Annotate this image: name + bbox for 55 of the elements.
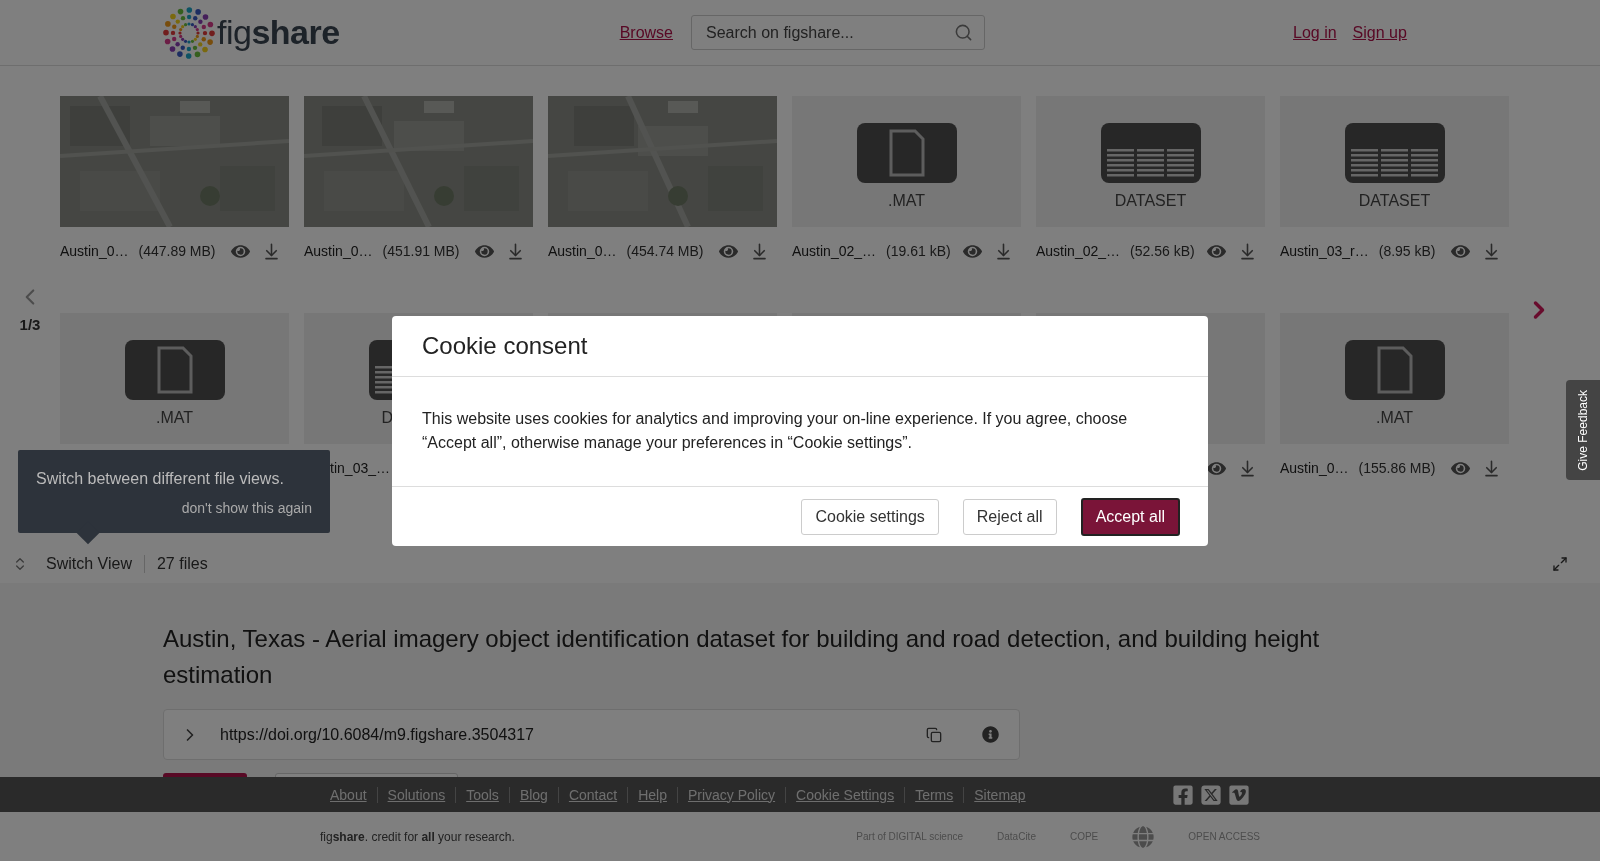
search-field[interactable]: Search on figshare... xyxy=(691,15,985,50)
footer-link[interactable]: Help xyxy=(627,786,677,803)
file-name: Austin_02_… xyxy=(792,243,877,259)
file-type-label: .MAT xyxy=(156,409,193,427)
footer-link[interactable]: Terms xyxy=(904,786,964,803)
tooltip-text: Switch between different file views. xyxy=(36,470,285,488)
footer-link[interactable]: Solutions xyxy=(376,786,456,803)
auth-link[interactable]: Sign up xyxy=(1352,23,1407,42)
file-name: Austin_0… xyxy=(548,243,617,259)
file-type-label: .MAT xyxy=(888,192,925,210)
article-title: Austin, Texas - Aerial imagery object identification dataset for building and road detection, and building height estimation xyxy=(163,624,1321,690)
file-name: Austin_0… xyxy=(304,243,373,259)
file-size: (19.61 kB) xyxy=(886,243,951,259)
doi-link[interactable]: https://doi.org/10.6084/m9.figshare.3504317 xyxy=(220,725,906,744)
dismiss-link[interactable]: don't show this again xyxy=(181,500,312,516)
file-name: Austin_0… xyxy=(1280,460,1349,476)
file-thumbnail[interactable]: DATASET xyxy=(1036,96,1265,227)
dialog-text: This website uses cookies for analytics and improving your on-line experience. If you agree, choose “Accept all”, otherwise manage your preferences in “Cookie settings”. xyxy=(392,377,1208,487)
file-type-label: D xyxy=(381,409,394,427)
file-count: 27 files xyxy=(143,555,208,573)
file-size: (454.74 MB) xyxy=(626,243,704,259)
file-type-label: .MAT xyxy=(1376,409,1413,427)
logo-text[interactable]: figshare xyxy=(217,13,340,52)
file-thumbnail[interactable]: DATASET xyxy=(1280,96,1509,227)
file-size: (8.95 kB) xyxy=(1378,243,1436,259)
file-type-label: DATASET xyxy=(1114,192,1187,210)
dialog-title: Cookie consent xyxy=(422,332,588,360)
feedback-tab[interactable]: Give Feedback xyxy=(1566,380,1600,480)
file-size: (52.56 kB) xyxy=(1130,243,1195,259)
footer-link[interactable]: Sitemap xyxy=(963,786,1036,803)
file-name: tin_03_… xyxy=(329,460,390,476)
footer-link[interactable]: Cookie Settings xyxy=(785,786,905,803)
tagline: figshare. credit for all your research. xyxy=(320,829,515,844)
file-name: Austin_0… xyxy=(60,243,129,259)
dialog-button[interactable]: Reject all xyxy=(962,498,1057,535)
browse-link[interactable]: Browse xyxy=(619,23,673,42)
footer-link[interactable]: About xyxy=(320,786,377,803)
footer-link[interactable]: Blog xyxy=(508,786,558,803)
footer-link[interactable]: Contact xyxy=(557,786,628,803)
file-type-label: DATASET xyxy=(1358,192,1431,210)
file-name: Austin_02_… xyxy=(1036,243,1121,259)
file-name: Austin_03_r… xyxy=(1280,243,1369,259)
file-thumbnail[interactable]: .MAT xyxy=(1280,313,1509,444)
auth-link[interactable]: Log in xyxy=(1293,23,1337,42)
dialog-button[interactable]: Cookie settings xyxy=(801,498,939,535)
page-counter: 1/3 xyxy=(19,316,41,333)
footer-link[interactable]: Privacy Policy xyxy=(676,786,786,803)
file-size: (155.86 MB) xyxy=(1358,460,1436,476)
accept-button[interactable]: Accept all xyxy=(1080,497,1180,536)
file-size: (451.91 MB) xyxy=(382,243,460,259)
file-thumbnail[interactable]: .MAT xyxy=(792,96,1021,227)
footer-link[interactable]: Tools xyxy=(455,786,509,803)
file-thumbnail[interactable]: .MAT xyxy=(60,313,289,444)
file-size: (447.89 MB) xyxy=(138,243,216,259)
switch-view-button[interactable]: Switch View xyxy=(28,555,144,573)
